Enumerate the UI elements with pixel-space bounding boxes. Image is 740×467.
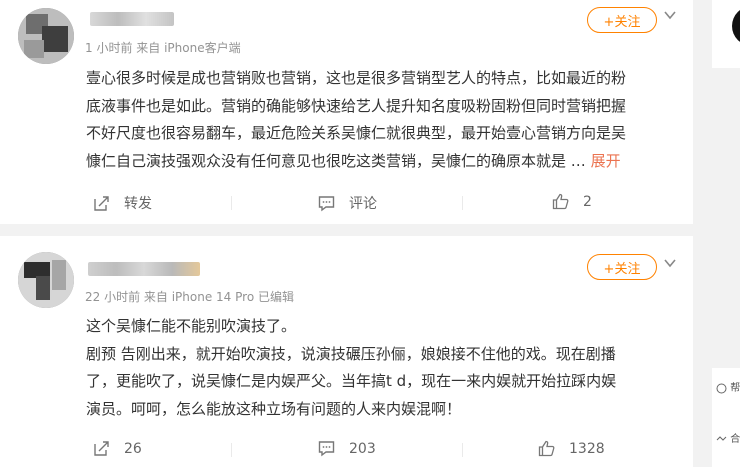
follow-button[interactable]: +关注 [587,7,657,33]
comment-label: 评论 [349,196,377,212]
sidebar-links-card: 帮 合 [712,368,740,467]
username-blurred[interactable] [90,12,174,26]
handshake-icon [716,435,727,441]
thumbs-up-icon [552,193,569,210]
right-sidebar: 帮 合 [705,0,740,467]
post-text: 这个吴慷仁能不能别吹演技了。 剧预 告刚出来，就开始吹演技，说演技碾压孙俪，娘娘… [86,313,616,423]
comment-button[interactable]: 203 [318,440,376,457]
post-meta: 22 小时前 来自 iPhone 14 Pro 已编辑 [85,290,294,304]
action-bar: 26 203 1328 [0,434,693,466]
follow-button[interactable]: +关注 [587,254,657,280]
comment-count: 203 [349,440,376,457]
post-card: 1 小时前 来自 iPhone客户端 +关注 壹心很多时候是成也营销败也营销，这… [0,0,693,224]
like-button[interactable]: 2 [552,193,592,210]
post-line: 底液事件也是如此。营销的确能够快速给艺人提升知名度吸粉固粉但同时营销把握 [86,96,627,115]
sidebar-item-help[interactable]: 帮 [716,379,740,394]
comment-icon [318,441,335,457]
avatar[interactable] [18,252,74,308]
profile-avatar[interactable] [732,6,740,46]
like-button[interactable]: 1328 [538,440,605,457]
post-line: 剧预 告刚出来，就开始吹演技，说演技碾压孙俪，娘娘接不住他的戏。现在剧播 [86,344,616,363]
avatar[interactable] [18,8,74,64]
repost-button[interactable]: 转发 [93,193,152,213]
chevron-down-icon[interactable] [663,6,677,27]
help-icon [716,383,727,393]
repost-count: 26 [124,440,142,457]
chevron-down-icon[interactable] [663,254,677,275]
post-line: 慷仁自己演技强观众没有任何意见也很吃这类营销，吴慷仁的确原本就是 … [86,151,586,170]
like-count: 1328 [569,440,605,457]
like-count: 2 [583,193,592,210]
expand-link[interactable]: 展开 [591,152,621,170]
post-card: 22 小时前 来自 iPhone 14 Pro 已编辑 +关注 这个吴慷仁能不能… [0,236,693,467]
comment-icon [318,195,335,211]
post-line: 演员。呵呵，怎么能放这种立场有问题的人来内娱混啊！ [86,399,462,418]
repost-icon [94,195,109,211]
post-line: 这个吴慷仁能不能别吹演技了。 [86,317,297,335]
sidebar-item-cooperation[interactable]: 合 [716,430,740,445]
username-blurred[interactable] [88,262,200,276]
repost-icon [94,441,109,456]
feed: 1 小时前 来自 iPhone客户端 +关注 壹心很多时候是成也营销败也营销，这… [0,0,693,467]
post-line: 壹心很多时候是成也营销败也营销，这也是很多营销型艺人的特点，比如最近的粉 [86,69,627,87]
post-line: 了，更能吹了，说吴慷仁是内娱严父。当年搞t d，现在一来内娱就开始拉踩内娱 [86,372,617,390]
post-meta: 1 小时前 来自 iPhone客户端 [85,41,241,55]
post-text: 壹心很多时候是成也营销败也营销，这也是很多营销型艺人的特点，比如最近的粉 底液事… [86,65,626,175]
action-bar: 转发 评论 2 [0,187,693,219]
repost-button[interactable]: 26 [93,440,142,457]
profile-card [712,0,740,68]
comment-button[interactable]: 评论 [318,193,377,213]
thumbs-up-icon [538,440,555,457]
repost-label: 转发 [124,196,152,212]
post-line: 不好尺度也很容易翻车，最近危险关系吴慷仁就很典型，最开始壹心营销方向是吴 [86,124,627,142]
